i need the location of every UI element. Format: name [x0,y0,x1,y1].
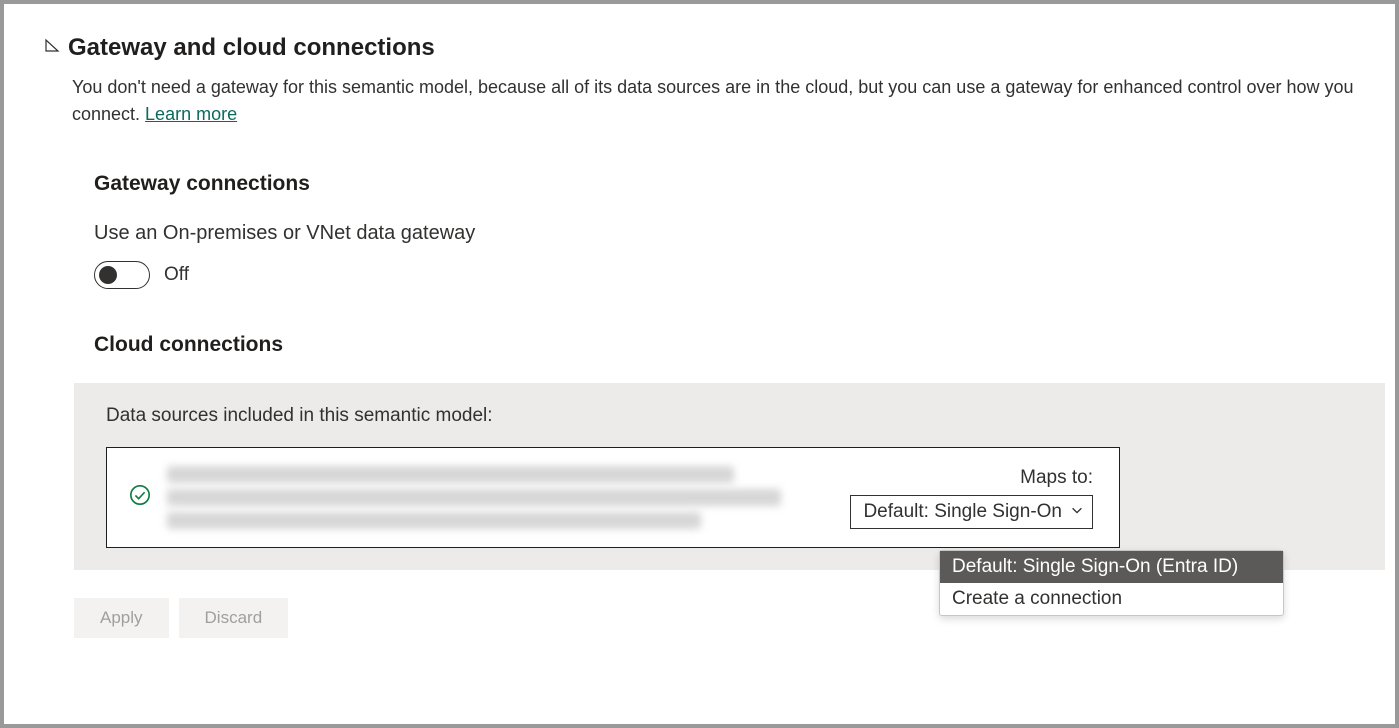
gateway-connections-heading: Gateway connections [94,172,1385,196]
dropdown-selected-text: Default: Single Sign-On [863,501,1062,523]
cloud-connections-heading: Cloud connections [94,333,1385,357]
maps-to-label: Maps to: [1020,467,1093,489]
apply-button[interactable]: Apply [74,598,169,638]
dropdown-option-sso[interactable]: Default: Single Sign-On (Entra ID) [940,551,1283,583]
collapse-icon[interactable] [44,38,60,59]
chevron-down-icon [1070,501,1084,523]
data-source-name [167,466,834,529]
gateway-toggle[interactable] [94,261,150,289]
gateway-toggle-state: Off [164,264,189,286]
check-circle-icon [129,484,151,511]
dropdown-option-create[interactable]: Create a connection [940,583,1283,615]
panel-description: Data sources included in this semantic m… [106,405,1371,427]
gateway-toggle-label: Use an On-premises or VNet data gateway [94,222,1385,245]
cloud-connections-panel: Data sources included in this semantic m… [74,383,1385,570]
discard-button[interactable]: Discard [179,598,289,638]
description-text: You don't need a gateway for this semant… [72,77,1354,124]
maps-to-dropdown-menu: Default: Single Sign-On (Entra ID) Creat… [939,550,1284,616]
page-title: Gateway and cloud connections [68,34,435,62]
data-source-card: Maps to: Default: Single Sign-On [106,447,1120,548]
maps-to-dropdown[interactable]: Default: Single Sign-On [850,495,1093,529]
learn-more-link[interactable]: Learn more [145,104,237,124]
page-description: You don't need a gateway for this semant… [72,74,1375,128]
